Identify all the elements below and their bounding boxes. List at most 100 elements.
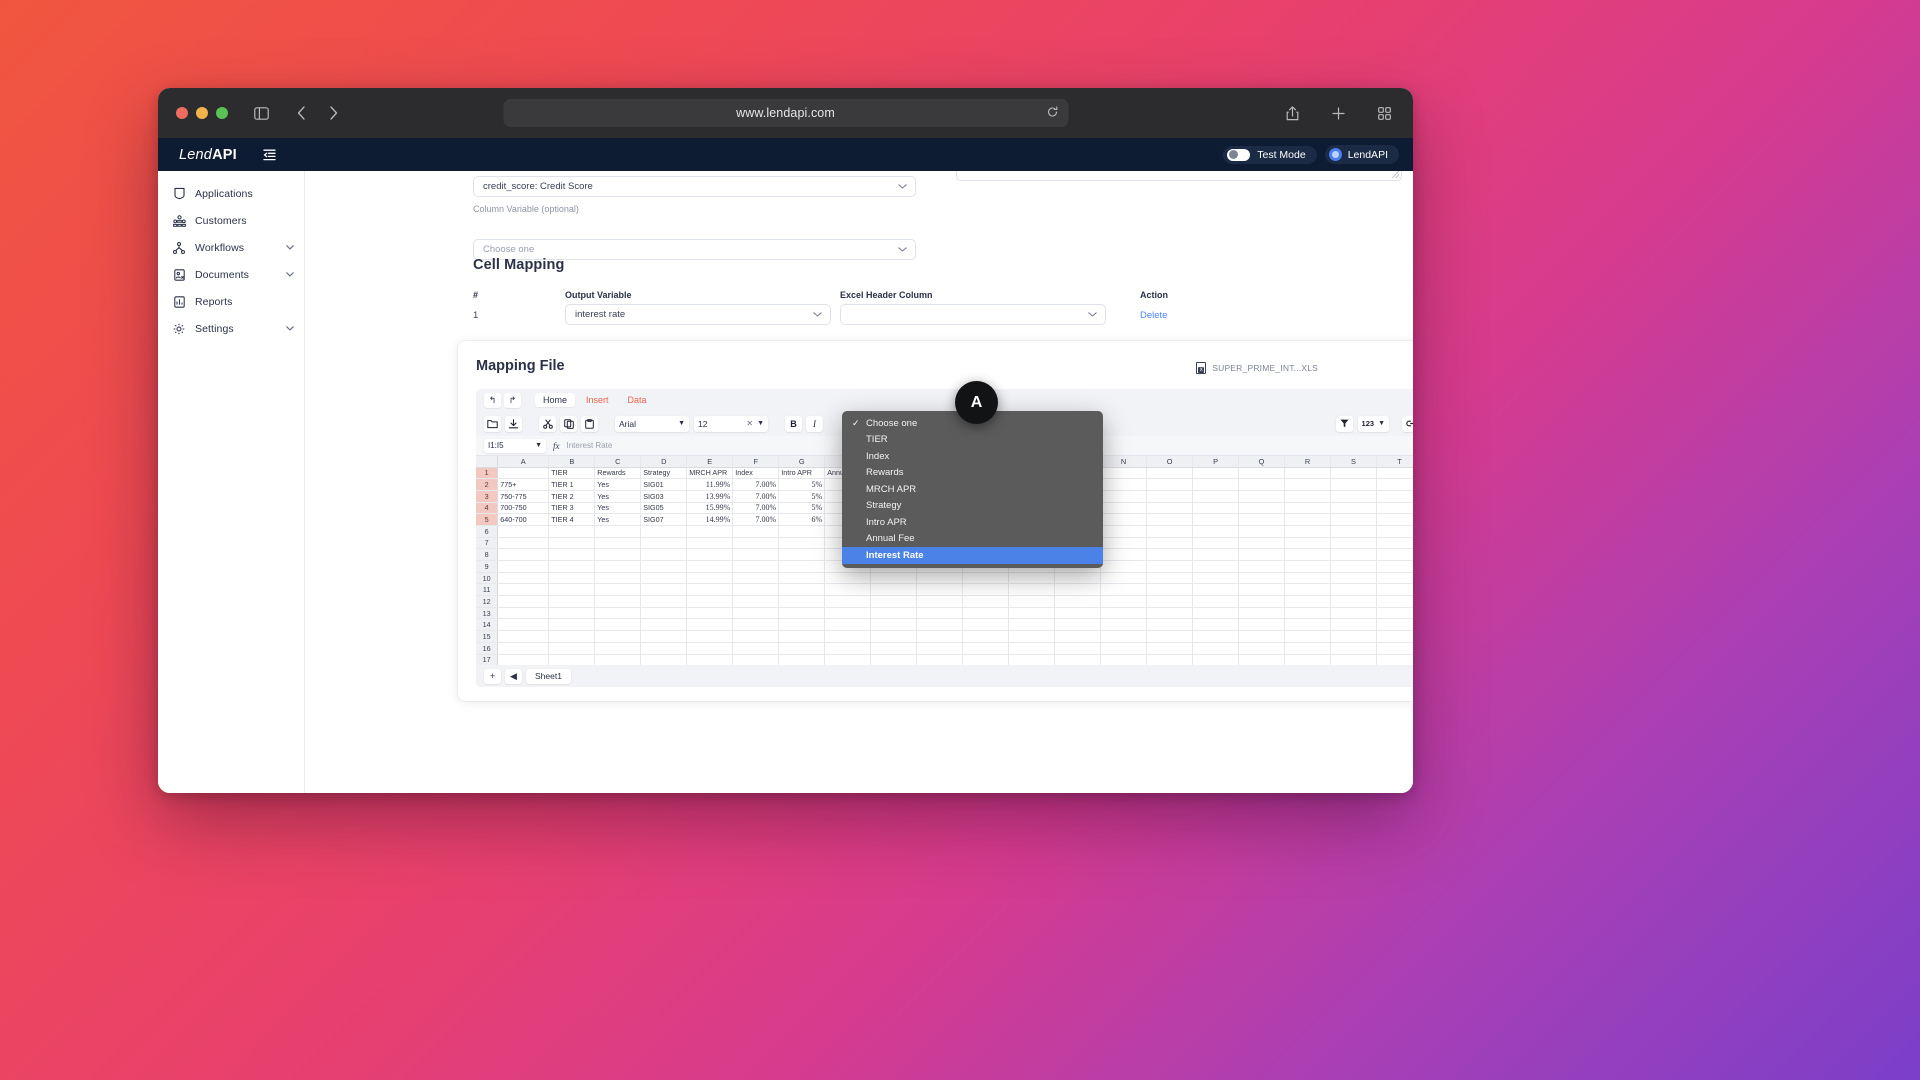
- grid-column-header[interactable]: S: [1330, 456, 1378, 468]
- grid-cell[interactable]: [1008, 572, 1056, 585]
- grid-cell[interactable]: [1192, 502, 1240, 515]
- grid-row-header[interactable]: 2: [476, 478, 499, 491]
- grid-column-header[interactable]: D: [640, 456, 688, 468]
- grid-cell[interactable]: [594, 630, 642, 643]
- grid-cell[interactable]: [870, 654, 918, 665]
- test-mode-toggle[interactable]: Test Mode: [1223, 145, 1317, 164]
- grid-cell[interactable]: [1330, 560, 1378, 573]
- grid-cell[interactable]: [1376, 502, 1413, 515]
- grid-cell[interactable]: SIG01: [640, 478, 688, 491]
- table-row[interactable]: 10: [476, 572, 1413, 585]
- grid-cell[interactable]: [1146, 548, 1194, 561]
- grid-cell[interactable]: [1238, 572, 1286, 585]
- new-tab-icon[interactable]: [1325, 100, 1351, 126]
- grid-cell[interactable]: [640, 560, 688, 573]
- grid-cell[interactable]: Yes: [594, 513, 642, 526]
- excel-header-column-select[interactable]: [840, 304, 1106, 325]
- grid-cell[interactable]: [962, 618, 1010, 632]
- grid-cell[interactable]: [548, 618, 596, 632]
- grid-cell[interactable]: [1284, 478, 1332, 491]
- grid-cell[interactable]: [548, 654, 596, 665]
- grid-cell[interactable]: [1100, 642, 1148, 655]
- grid-cell[interactable]: [1238, 618, 1286, 632]
- grid-cell[interactable]: [870, 618, 918, 632]
- grid-cell[interactable]: [1146, 525, 1194, 538]
- brand-logo[interactable]: LendAPI: [179, 147, 237, 163]
- grid-cell[interactable]: [916, 607, 964, 620]
- grid-cell[interactable]: [594, 642, 642, 655]
- grid-cell[interactable]: [1376, 630, 1413, 643]
- grid-cell[interactable]: [1330, 642, 1378, 655]
- grid-row-header[interactable]: 17: [476, 654, 499, 665]
- grid-cell[interactable]: [1192, 478, 1240, 491]
- delete-mapping-link[interactable]: Delete: [1140, 310, 1167, 321]
- grid-cell[interactable]: [1192, 572, 1240, 585]
- grid-cell[interactable]: MRCH APR: [686, 467, 734, 480]
- grid-cell[interactable]: [548, 572, 596, 585]
- grid-cell[interactable]: [686, 583, 734, 597]
- table-row[interactable]: 12: [476, 595, 1413, 608]
- grid-cell[interactable]: [1054, 595, 1102, 608]
- grid-cell[interactable]: [594, 548, 642, 561]
- grid-cell[interactable]: [916, 595, 964, 608]
- grid-cell[interactable]: [962, 583, 1010, 597]
- grid-cell[interactable]: 14.99%: [686, 513, 734, 526]
- grid-cell[interactable]: [1238, 490, 1286, 503]
- grid-cell[interactable]: [1100, 548, 1148, 561]
- grid-cell[interactable]: [1192, 490, 1240, 503]
- grid-cell[interactable]: [1146, 595, 1194, 608]
- grid-cell[interactable]: [548, 607, 596, 620]
- grid-cell[interactable]: [1330, 654, 1378, 665]
- grid-cell[interactable]: [870, 595, 918, 608]
- nav-forward-icon[interactable]: [320, 100, 346, 126]
- table-row[interactable]: 14: [476, 618, 1413, 632]
- grid-row-header[interactable]: 15: [476, 630, 499, 643]
- grid-cell[interactable]: [686, 618, 734, 632]
- grid-cell[interactable]: [1146, 513, 1194, 526]
- grid-cell[interactable]: [732, 525, 780, 538]
- grid-cell[interactable]: [497, 583, 550, 597]
- grid-cell[interactable]: [778, 548, 826, 561]
- grid-column-header[interactable]: Q: [1238, 456, 1286, 468]
- grid-cell[interactable]: 5%: [778, 502, 826, 515]
- test-mode-switch[interactable]: [1227, 148, 1251, 161]
- grid-cell[interactable]: [1100, 490, 1148, 503]
- dropdown-option[interactable]: Index: [842, 448, 1103, 465]
- grid-cell[interactable]: [497, 618, 550, 632]
- sidebar-item-applications[interactable]: Applications: [158, 180, 304, 207]
- grid-cell[interactable]: Yes: [594, 502, 642, 515]
- grid-cell[interactable]: [1054, 583, 1102, 597]
- grid-cell[interactable]: [1146, 583, 1194, 597]
- grid-cell[interactable]: [824, 607, 872, 620]
- grid-cell[interactable]: [1146, 490, 1194, 503]
- grid-row-header[interactable]: 16: [476, 642, 499, 655]
- dropdown-option[interactable]: Rewards: [842, 465, 1103, 482]
- grid-cell[interactable]: [1284, 467, 1332, 480]
- grid-row-header[interactable]: 1: [476, 467, 499, 480]
- grid-cell[interactable]: 13.99%: [686, 490, 734, 503]
- grid-cell[interactable]: [1284, 537, 1332, 550]
- nav-back-icon[interactable]: [288, 100, 314, 126]
- grid-cell[interactable]: [548, 595, 596, 608]
- sheet-tab[interactable]: Sheet1: [526, 668, 571, 684]
- grid-cell[interactable]: [1146, 537, 1194, 550]
- grid-cell[interactable]: [594, 560, 642, 573]
- share-icon[interactable]: [1279, 100, 1305, 126]
- grid-cell[interactable]: [594, 618, 642, 632]
- grid-cell[interactable]: [640, 618, 688, 632]
- grid-cell[interactable]: [1330, 513, 1378, 526]
- grid-row-header[interactable]: 10: [476, 572, 499, 585]
- grid-cell[interactable]: [1330, 607, 1378, 620]
- grid-cell[interactable]: [778, 595, 826, 608]
- grid-cell[interactable]: [1192, 583, 1240, 597]
- table-row[interactable]: 15: [476, 630, 1413, 643]
- grid-cell[interactable]: [1376, 467, 1413, 480]
- grid-cell[interactable]: [1008, 583, 1056, 597]
- grid-cell[interactable]: [870, 572, 918, 585]
- grid-cell[interactable]: [497, 595, 550, 608]
- grid-cell[interactable]: [686, 595, 734, 608]
- grid-cell[interactable]: [497, 560, 550, 573]
- paste-icon[interactable]: [581, 415, 598, 432]
- grid-cell[interactable]: [962, 654, 1010, 665]
- grid-cell[interactable]: [548, 642, 596, 655]
